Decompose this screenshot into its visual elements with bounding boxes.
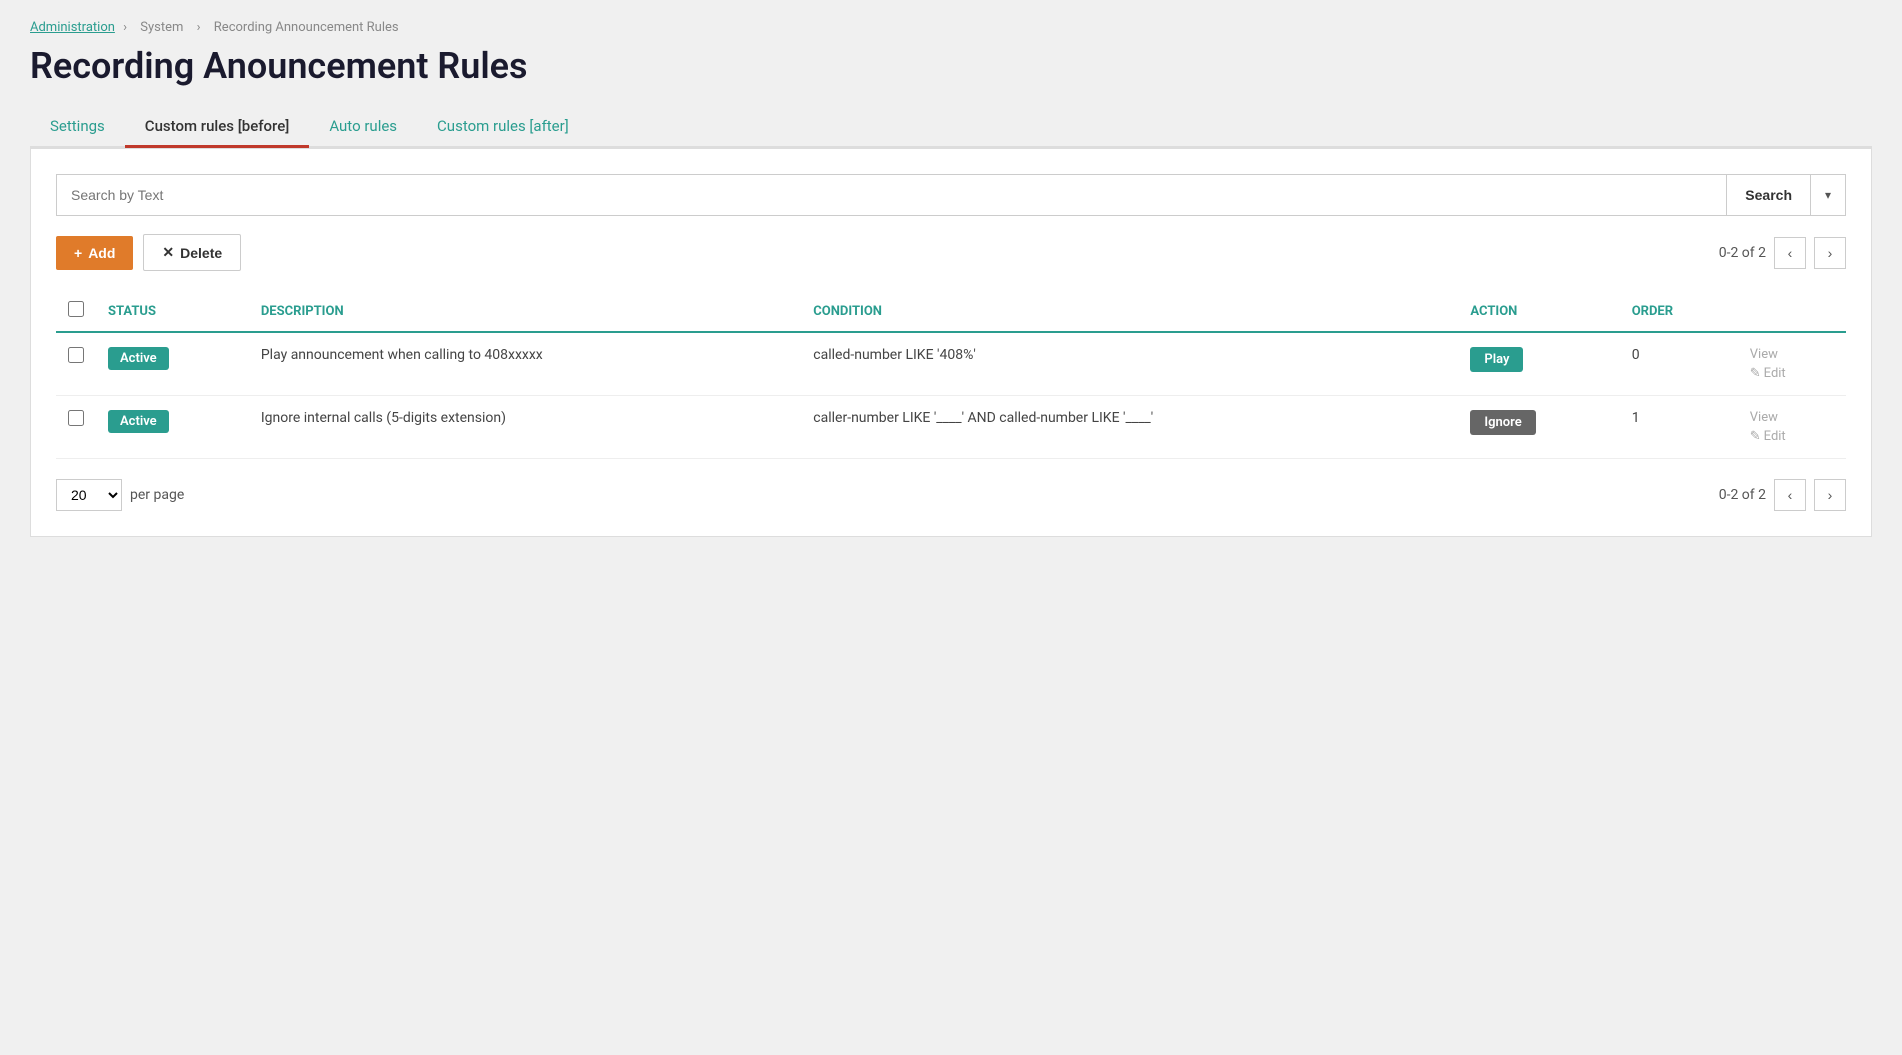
row-order-0: 0 bbox=[1620, 332, 1738, 396]
row-status-1: Active bbox=[96, 396, 249, 459]
next-page-button-bottom[interactable]: › bbox=[1814, 479, 1846, 511]
col-order: ORDER bbox=[1620, 291, 1738, 332]
edit-icon-0: ✎ bbox=[1750, 366, 1761, 381]
status-badge-1: Active bbox=[108, 410, 169, 433]
chevron-right-icon-bottom: › bbox=[1828, 487, 1833, 503]
action-badge-0: Play bbox=[1470, 347, 1523, 372]
table-row: Active Ignore internal calls (5-digits e… bbox=[56, 396, 1846, 459]
row-checkbox-cell bbox=[56, 396, 96, 459]
tab-auto-rules[interactable]: Auto rules bbox=[309, 107, 417, 148]
breadcrumb-sep2: › bbox=[197, 20, 204, 35]
actions-row: + Add ✕ Delete 0-2 of 2 ‹ › bbox=[56, 234, 1846, 271]
col-description: DESCRIPTION bbox=[249, 291, 801, 332]
cross-icon: ✕ bbox=[162, 244, 174, 261]
col-checkbox bbox=[56, 291, 96, 332]
next-page-button-top[interactable]: › bbox=[1814, 237, 1846, 269]
table-row: Active Play announcement when calling to… bbox=[56, 332, 1846, 396]
footer-row: 10 20 50 100 per page 0-2 of 2 ‹ › bbox=[56, 479, 1846, 511]
pagination-text-top: 0-2 of 2 bbox=[1719, 245, 1766, 261]
tabs-container: Settings Custom rules [before] Auto rule… bbox=[30, 107, 1872, 148]
row-description-1: Ignore internal calls (5-digits extensio… bbox=[249, 396, 801, 459]
row-checkbox-1[interactable] bbox=[68, 410, 84, 426]
delete-label: Delete bbox=[180, 245, 222, 261]
rules-table: STATUS DESCRIPTION CONDITION ACTION ORDE… bbox=[56, 291, 1846, 459]
tab-settings[interactable]: Settings bbox=[30, 107, 125, 148]
tab-custom-before[interactable]: Custom rules [before] bbox=[125, 107, 310, 148]
row-order-1: 1 bbox=[1620, 396, 1738, 459]
delete-button[interactable]: ✕ Delete bbox=[143, 234, 241, 271]
plus-icon: + bbox=[74, 245, 82, 261]
breadcrumb: Administration › System › Recording Anno… bbox=[30, 20, 1872, 35]
row-condition-1: caller-number LIKE '____' AND called-num… bbox=[801, 396, 1458, 459]
page-title: Recording Anouncement Rules bbox=[30, 45, 1872, 87]
row-action-0: Play bbox=[1458, 332, 1619, 396]
row-checkbox-cell bbox=[56, 332, 96, 396]
add-button[interactable]: + Add bbox=[56, 236, 133, 270]
row-condition-0: called-number LIKE '408%' bbox=[801, 332, 1458, 396]
pagination-text-bottom: 0-2 of 2 bbox=[1719, 487, 1766, 503]
add-label: Add bbox=[88, 245, 115, 261]
col-action: ACTION bbox=[1458, 291, 1619, 332]
select-all-checkbox[interactable] bbox=[68, 301, 84, 317]
col-condition: CONDITION bbox=[801, 291, 1458, 332]
col-status: STATUS bbox=[96, 291, 249, 332]
search-button[interactable]: Search bbox=[1726, 174, 1810, 216]
content-card: Search ▾ + Add ✕ Delete 0-2 of 2 ‹ › bbox=[30, 148, 1872, 537]
row-checkbox-0[interactable] bbox=[68, 347, 84, 363]
prev-page-button-bottom[interactable]: ‹ bbox=[1774, 479, 1806, 511]
chevron-right-icon: › bbox=[1828, 245, 1833, 261]
row-controls-0: View ✎ Edit bbox=[1738, 332, 1846, 396]
chevron-left-icon: ‹ bbox=[1788, 245, 1793, 261]
edit-link-1[interactable]: ✎ Edit bbox=[1750, 429, 1786, 444]
breadcrumb-current: Recording Announcement Rules bbox=[214, 20, 399, 35]
breadcrumb-system: System bbox=[140, 20, 183, 35]
row-status-0: Active bbox=[96, 332, 249, 396]
search-row: Search ▾ bbox=[56, 174, 1846, 216]
col-actions bbox=[1738, 291, 1846, 332]
action-badge-1: Ignore bbox=[1470, 410, 1535, 435]
per-page-label: per page bbox=[130, 487, 184, 503]
per-page-select[interactable]: 10 20 50 100 bbox=[56, 479, 122, 511]
row-controls-1: View ✎ Edit bbox=[1738, 396, 1846, 459]
edit-icon-1: ✎ bbox=[1750, 429, 1761, 444]
status-badge-0: Active bbox=[108, 347, 169, 370]
prev-page-button-top[interactable]: ‹ bbox=[1774, 237, 1806, 269]
chevron-left-icon-bottom: ‹ bbox=[1788, 487, 1793, 503]
tab-custom-after[interactable]: Custom rules [after] bbox=[417, 107, 589, 148]
pagination-info-bottom: 0-2 of 2 ‹ › bbox=[1719, 479, 1846, 511]
edit-link-0[interactable]: ✎ Edit bbox=[1750, 366, 1786, 381]
row-action-1: Ignore bbox=[1458, 396, 1619, 459]
row-description-0: Play announcement when calling to 408xxx… bbox=[249, 332, 801, 396]
breadcrumb-admin-link[interactable]: Administration bbox=[30, 20, 115, 35]
table-header-row: STATUS DESCRIPTION CONDITION ACTION ORDE… bbox=[56, 291, 1846, 332]
view-link-1[interactable]: View bbox=[1750, 410, 1778, 425]
search-input[interactable] bbox=[56, 174, 1726, 216]
search-dropdown-button[interactable]: ▾ bbox=[1810, 174, 1846, 216]
breadcrumb-sep1: › bbox=[123, 20, 130, 35]
chevron-down-icon: ▾ bbox=[1825, 188, 1831, 202]
view-link-0[interactable]: View bbox=[1750, 347, 1778, 362]
pagination-info-top: 0-2 of 2 ‹ › bbox=[1719, 237, 1846, 269]
